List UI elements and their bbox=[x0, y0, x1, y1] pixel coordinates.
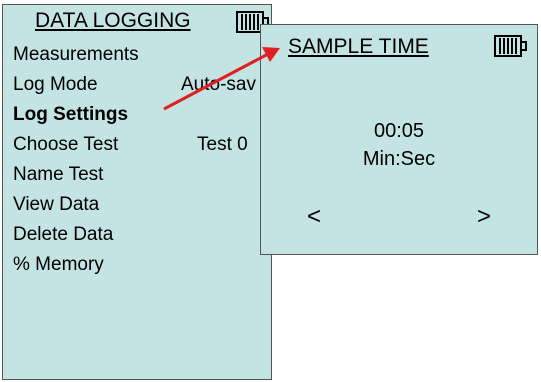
menu-item-log-settings[interactable]: Log Settings bbox=[13, 103, 128, 127]
menu-item-measurements[interactable]: Measurements bbox=[13, 43, 139, 67]
menu-item-name-test[interactable]: Name Test bbox=[13, 163, 103, 187]
increase-button[interactable]: > bbox=[477, 203, 491, 231]
decrease-button[interactable]: < bbox=[307, 203, 321, 231]
sample-time-unit: Min:Sec bbox=[362, 148, 436, 170]
sample-time-value: 00:05 bbox=[373, 120, 425, 142]
menu-item-memory[interactable]: % Memory bbox=[13, 253, 104, 277]
menu-item-log-mode[interactable]: Log Mode bbox=[13, 73, 98, 97]
sample-time-screen: SAMPLE TIME 00:05 Min:Sec < > bbox=[260, 24, 538, 255]
log-mode-value: Auto-sav bbox=[181, 74, 256, 95]
battery-icon bbox=[494, 35, 527, 57]
menu-item-view-data[interactable]: View Data bbox=[13, 193, 99, 217]
menu-item-delete-data[interactable]: Delete Data bbox=[13, 223, 113, 247]
menu-item-choose-test[interactable]: Choose Test bbox=[13, 133, 118, 157]
popup-title: SAMPLE TIME bbox=[288, 35, 429, 58]
screen-title: DATA LOGGING bbox=[35, 9, 191, 32]
data-logging-screen: DATA LOGGING Measurements Log Mode Auto-… bbox=[2, 4, 272, 380]
